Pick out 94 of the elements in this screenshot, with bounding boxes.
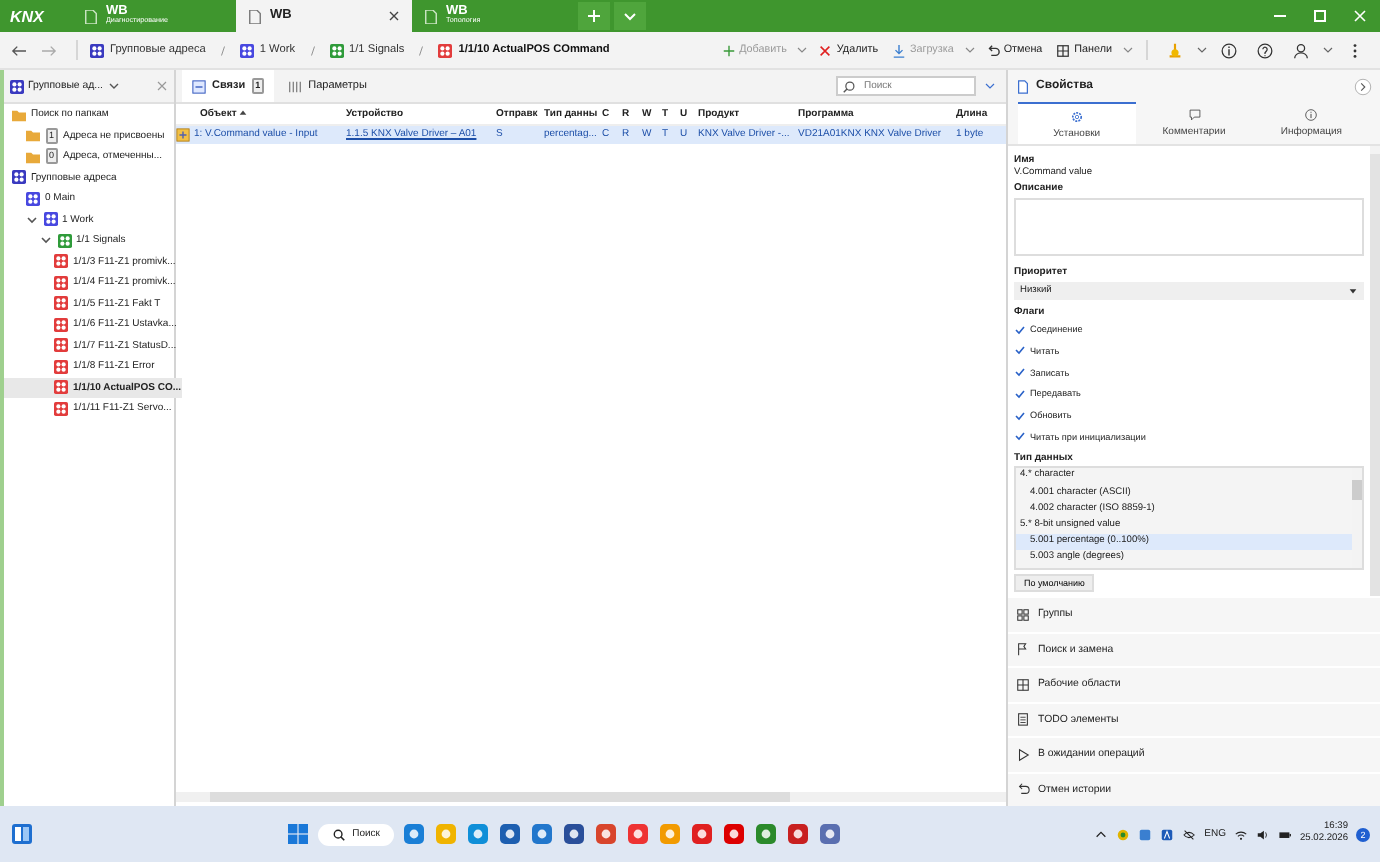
document-icon	[424, 9, 438, 23]
wifi-icon[interactable]	[1233, 827, 1248, 841]
app-icon[interactable]	[722, 822, 746, 846]
collapse-icon[interactable]	[1354, 77, 1372, 95]
app-icon[interactable]	[690, 822, 714, 846]
group-address-icon	[54, 401, 68, 416]
comment-icon	[1187, 108, 1201, 122]
dropdown-icon	[1348, 286, 1358, 297]
group-address-icon	[57, 233, 71, 248]
sort-icon	[238, 108, 249, 119]
settings-icon	[1069, 109, 1084, 123]
description-field[interactable]	[1014, 197, 1364, 256]
panels-icon	[1056, 43, 1071, 57]
plus-icon	[721, 43, 736, 57]
app-icon[interactable]	[562, 822, 586, 846]
group-address-icon	[12, 170, 26, 185]
dropdown-icon[interactable]	[984, 80, 996, 92]
back-arrow-icon[interactable]	[10, 43, 28, 57]
group-address-icon	[438, 43, 453, 57]
app-icon[interactable]	[594, 822, 618, 846]
group-address-icon	[54, 338, 68, 353]
app-icon[interactable]	[786, 822, 810, 846]
group-address-icon	[239, 43, 254, 57]
columns-icon	[288, 79, 303, 93]
chevron-icon	[622, 8, 638, 24]
checkbox[interactable]	[1014, 409, 1026, 422]
dropdown-icon[interactable]	[963, 44, 976, 56]
chevron-icon	[107, 80, 119, 92]
checkbox[interactable]	[1014, 387, 1026, 400]
app-icon[interactable]	[626, 822, 650, 846]
maximize-icon[interactable]	[1310, 6, 1330, 26]
search-icon	[332, 827, 347, 841]
forward-arrow-icon[interactable]	[40, 43, 58, 57]
info-icon[interactable]	[1220, 41, 1238, 59]
app-icon[interactable]	[402, 822, 426, 846]
vertical-scrollbar[interactable]	[1370, 146, 1380, 596]
tray-app-icon[interactable]	[1160, 827, 1175, 841]
checkbox[interactable]	[1014, 430, 1026, 443]
delete-icon	[818, 43, 833, 57]
info-icon	[1304, 108, 1319, 122]
path-separator	[418, 43, 425, 57]
search-icon	[842, 79, 856, 93]
tab-list-button[interactable]	[614, 2, 646, 30]
layout-icon	[1016, 677, 1030, 692]
document-icon	[1016, 79, 1030, 93]
group-address-icon	[54, 296, 68, 311]
undo-icon	[1016, 782, 1030, 797]
widgets-icon[interactable]	[10, 822, 34, 846]
checkbox[interactable]	[1014, 344, 1026, 357]
checkbox[interactable]	[1014, 323, 1026, 336]
group-address-icon	[54, 317, 68, 332]
plus-icon	[586, 8, 602, 24]
close-icon[interactable]	[388, 10, 400, 22]
help-icon[interactable]	[1256, 41, 1274, 59]
path-separator	[219, 43, 226, 57]
flag-icon	[1016, 642, 1030, 657]
undo-icon	[985, 43, 1000, 57]
user-icon[interactable]	[1292, 41, 1310, 59]
dropdown-icon[interactable]	[1322, 44, 1334, 56]
new-tab-button[interactable]	[578, 2, 610, 30]
dropdown-icon[interactable]	[1196, 44, 1208, 56]
horizontal-scrollbar[interactable]	[176, 792, 1006, 802]
group-address-icon	[90, 43, 104, 57]
object-icon	[176, 127, 190, 142]
group-address-icon	[54, 380, 68, 395]
logo: KNX	[8, 7, 46, 25]
app-icon[interactable]	[466, 822, 490, 846]
play-icon	[1016, 747, 1030, 762]
checkbox[interactable]	[1014, 366, 1026, 379]
document-icon	[84, 9, 98, 23]
group-address-icon	[26, 191, 40, 206]
chevron-up-icon[interactable]	[1094, 827, 1109, 841]
download-icon	[892, 43, 907, 57]
group-address-icon	[54, 254, 68, 269]
windows-logo-icon[interactable]	[286, 822, 311, 846]
group-address-icon	[54, 275, 68, 290]
dropdown-icon[interactable]	[796, 44, 809, 56]
app-icon[interactable]	[754, 822, 778, 846]
app-icon[interactable]	[530, 822, 554, 846]
clipboard-icon	[1016, 712, 1030, 727]
group-address-icon	[43, 212, 57, 227]
close-icon[interactable]	[1350, 6, 1370, 26]
group-address-icon	[10, 79, 24, 93]
links-icon	[192, 79, 206, 93]
app-icon[interactable]	[498, 822, 522, 846]
document-icon	[248, 9, 262, 23]
eye-off-icon[interactable]	[1182, 827, 1197, 841]
dropdown-icon[interactable]	[1122, 44, 1134, 56]
grid-icon	[1016, 607, 1030, 622]
app-icon[interactable]	[818, 822, 842, 846]
group-address-icon	[54, 359, 68, 374]
speaker-icon[interactable]	[1255, 827, 1270, 841]
path-separator	[309, 43, 316, 57]
group-address-icon	[329, 43, 344, 57]
